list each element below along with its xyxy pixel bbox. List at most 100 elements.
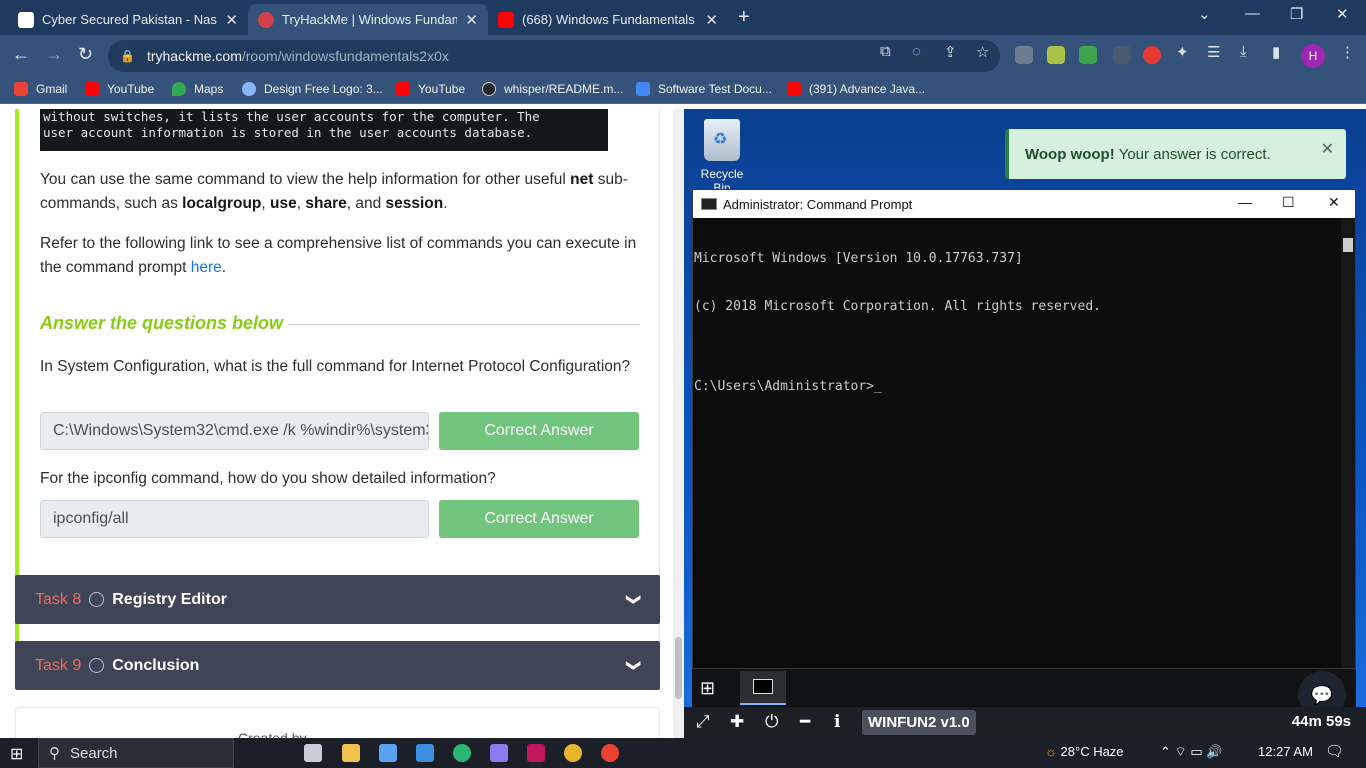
task-view-icon[interactable] (304, 744, 322, 762)
more-menu-icon[interactable]: ⋮ (1340, 43, 1355, 61)
bookmark-youtube-2[interactable]: YouTube (396, 82, 465, 96)
cmd-scrollbar[interactable] (1341, 218, 1355, 668)
search-label: Search (70, 744, 118, 762)
tab-tryhackme[interactable]: TryHackMe | Windows Fundamen ✕ (248, 4, 488, 35)
toast-close-icon[interactable]: ✕ (1321, 139, 1334, 159)
eye-off-icon[interactable]: ◌ (912, 43, 921, 60)
share-page-icon[interactable]: ⧉ (880, 43, 891, 60)
extension-icon[interactable] (1047, 46, 1065, 64)
chevron-down-icon[interactable]: ❯ (626, 660, 643, 672)
avatar[interactable]: H (1301, 44, 1325, 68)
tab-nasio[interactable]: Cyber Secured Pakistan - Nas.io | ✕ (8, 4, 248, 35)
vm-start-icon[interactable]: ⊞ (700, 678, 715, 699)
gmail-icon (14, 82, 28, 96)
mail-icon[interactable] (416, 744, 434, 762)
lock-icon[interactable]: 🔒 (120, 49, 135, 63)
minimize-vm-icon[interactable]: ━ (800, 712, 810, 732)
bookmark-advance-java[interactable]: (391) Advance Java... (787, 82, 925, 96)
vm-name-badge: WINFUN2 v1.0 (862, 710, 976, 735)
recycle-bin-desktop-icon[interactable]: Recycle Bin (692, 119, 752, 195)
pen-extension-icon[interactable] (1113, 46, 1131, 64)
clock[interactable]: 12:27 AM (1258, 744, 1313, 759)
youtube-favicon-icon (498, 11, 514, 28)
chrome-profile-icon[interactable] (601, 744, 619, 762)
tab-search-button[interactable]: ⌄ (1198, 5, 1211, 23)
download-icon[interactable]: ⤓ (1240, 43, 1247, 60)
gear-extension-icon[interactable] (1015, 46, 1033, 64)
tab-close-icon[interactable]: ✕ (465, 11, 478, 29)
bookmark-whisper[interactable]: whisper/README.m... (482, 82, 623, 96)
chevron-down-icon[interactable]: ❯ (626, 594, 643, 606)
restore-button[interactable]: ❐ (1290, 5, 1303, 23)
back-button[interactable]: ← (12, 44, 30, 65)
info-icon[interactable]: ℹ (834, 712, 840, 732)
extension-icon[interactable] (1079, 46, 1097, 64)
cmd-taskbar-icon (753, 679, 773, 694)
edge-icon[interactable] (453, 744, 471, 762)
heading-divider (288, 324, 639, 325)
answer-2-input[interactable]: ipconfig/all (40, 500, 429, 538)
stop-extension-icon[interactable] (1143, 46, 1161, 64)
cmd-title-bar[interactable]: Administrator: Command Prompt — ☐ ✕ (693, 190, 1355, 218)
here-link[interactable]: here (191, 259, 222, 276)
cmd-output[interactable]: Microsoft Windows [Version 10.0.17763.73… (693, 218, 1355, 427)
minimize-button[interactable]: — (1245, 5, 1260, 22)
recycle-bin-icon (704, 119, 740, 161)
correct-answer-2-button[interactable]: Correct Answer (439, 500, 639, 538)
task-title: Conclusion (112, 656, 200, 674)
taskbar-search-box[interactable]: ⚲ Search (38, 738, 234, 768)
media-player-icon[interactable] (490, 744, 508, 762)
terminal-line: without switches, it lists the user acco… (43, 109, 540, 124)
answer-1-input[interactable]: C:\Windows\System32\cmd.exe /k %windir%\… (40, 412, 429, 450)
cmd-close-button[interactable]: ✕ (1328, 194, 1340, 211)
scrollbar-thumb[interactable] (675, 637, 682, 699)
bookmark-maps[interactable]: Maps (172, 82, 223, 96)
tray-icons[interactable]: ⌃ ⌔ ▭ 🔊 (1160, 744, 1222, 760)
correct-answer-1-button[interactable]: Correct Answer (439, 412, 639, 450)
vm-taskbar-cmd-button[interactable] (740, 671, 786, 705)
new-tab-button[interactable]: + (738, 6, 750, 29)
tab-title: (668) Windows Fundamentals 2 | (522, 12, 698, 27)
notification-icon[interactable]: 🗨 (1325, 742, 1344, 760)
task-8-header[interactable]: Task 8 Registry Editor ❯ (15, 575, 660, 624)
lesson-scrollbar[interactable] (673, 109, 684, 738)
hex-app-icon[interactable] (527, 744, 545, 762)
forward-button[interactable]: → (45, 44, 63, 65)
puzzle-icon[interactable]: ✦ (1176, 43, 1189, 61)
tab-close-icon[interactable]: ✕ (225, 11, 238, 29)
media-list-icon[interactable]: ☰ (1207, 43, 1220, 61)
file-explorer-icon[interactable] (342, 744, 360, 762)
github-icon (482, 82, 496, 96)
command-prompt-window[interactable]: Administrator: Command Prompt — ☐ ✕ Micr… (692, 189, 1356, 669)
address-bar[interactable]: 🔒 tryhackme.com/room/windowsfundamentals… (108, 40, 1000, 72)
start-icon[interactable]: ⊞ (10, 744, 23, 764)
bookmark-star-icon[interactable]: ☆ (976, 43, 989, 61)
tryhackme-favicon-icon (258, 11, 274, 28)
tab-close-icon[interactable]: ✕ (705, 11, 718, 29)
bookmark-design-logo[interactable]: Design Free Logo: 3... (242, 82, 383, 96)
share-icon[interactable]: ⇪ (944, 43, 957, 61)
cmd-maximize-button[interactable]: ☐ (1282, 194, 1295, 211)
bookmark-gmail[interactable]: Gmail (14, 82, 67, 96)
store-icon[interactable] (379, 744, 397, 762)
bookmark-youtube[interactable]: YouTube (85, 82, 154, 96)
close-window-button[interactable]: ✕ (1336, 5, 1349, 23)
side-panel-icon[interactable]: ▮ (1272, 43, 1280, 61)
weather-widget[interactable]: ☼ 28°C Haze (1045, 744, 1124, 759)
weather-icon: ☼ (1045, 744, 1061, 759)
task-9-header[interactable]: Task 9 Conclusion ❯ (15, 641, 660, 690)
power-icon[interactable]: ⏻ (765, 712, 778, 732)
tab-youtube[interactable]: (668) Windows Fundamentals 2 | ✕ (488, 4, 728, 35)
para-text: Refer to the following link to see a com… (40, 235, 637, 276)
search-icon: ⚲ (49, 745, 60, 762)
add-time-icon[interactable]: ✚ (730, 712, 744, 732)
answer-questions-heading: Answer the questions below (40, 313, 284, 333)
cmd-scroll-thumb[interactable] (1343, 238, 1353, 252)
reload-button[interactable]: ↻ (78, 44, 93, 65)
cmd-minimize-button[interactable]: — (1238, 194, 1252, 210)
host-taskbar: ⊞ ⚲ Search ☼ 28°C Haze ⌃ ⌔ ▭ 🔊 12:27 AM … (0, 738, 1366, 768)
fullscreen-icon[interactable]: ⤢ (696, 712, 710, 732)
bookmark-software-test[interactable]: Software Test Docu... (636, 82, 772, 96)
nasio-favicon-icon (18, 11, 34, 28)
chrome-icon[interactable] (564, 744, 582, 762)
